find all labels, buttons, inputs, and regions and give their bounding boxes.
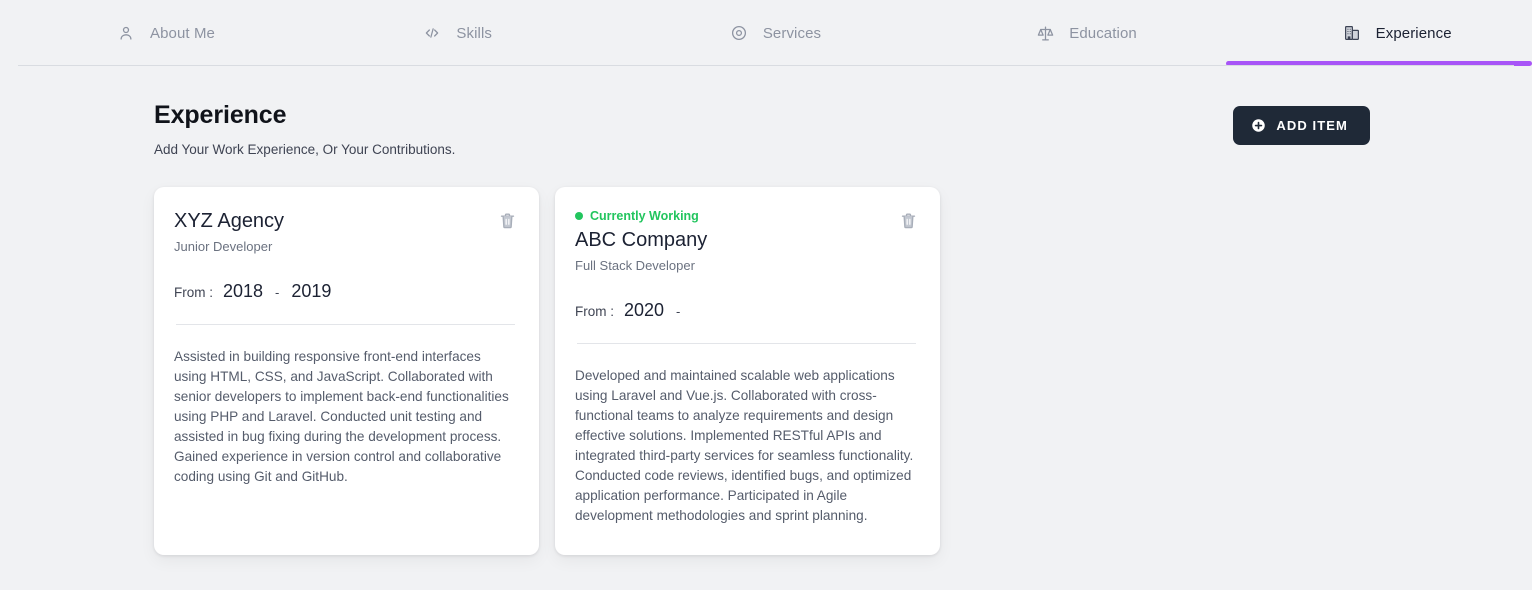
card-divider [176, 324, 515, 325]
tab-label: About Me [150, 25, 215, 42]
from-label: From : [575, 304, 614, 319]
from-label: From : [174, 285, 213, 300]
date-range: From : 2020 - [575, 300, 918, 321]
tab-label: Skills [456, 25, 492, 42]
company-name: ABC Company [575, 228, 707, 253]
experience-card-list: XYZ Agency Junior Developer From : 2018 … [0, 157, 1532, 555]
date-separator: - [273, 285, 281, 300]
plus-circle-icon [1251, 118, 1266, 133]
job-role: Full Stack Developer [575, 258, 707, 273]
tab-about-me[interactable]: About Me [0, 0, 306, 66]
trash-icon[interactable] [498, 211, 517, 235]
user-icon [116, 23, 136, 43]
tab-experience[interactable]: Experience [1226, 0, 1532, 66]
card-identity: Currently Working ABC Company Full Stack… [575, 209, 707, 273]
scales-icon [1035, 23, 1055, 43]
page-subtitle: Add Your Work Experience, Or Your Contri… [154, 142, 455, 157]
tab-skills[interactable]: Skills [306, 0, 612, 66]
status-dot-icon [575, 212, 583, 220]
card-header: Currently Working ABC Company Full Stack… [575, 209, 918, 273]
date-range: From : 2018 - 2019 [174, 281, 517, 302]
tab-label: Experience [1376, 25, 1452, 42]
nav-tabs: About Me Skills Services [0, 0, 1532, 66]
building-icon [1342, 23, 1362, 43]
page-title: Experience [154, 100, 455, 130]
nav-bottom-rule [18, 65, 1514, 66]
start-year: 2020 [624, 300, 664, 321]
page-header-text: Experience Add Your Work Experience, Or … [154, 100, 455, 157]
top-navigation: About Me Skills Services [0, 0, 1532, 66]
status-badge: Currently Working [575, 209, 707, 223]
date-separator: - [674, 304, 682, 319]
experience-description: Assisted in building responsive front-en… [174, 347, 517, 487]
job-role: Junior Developer [174, 239, 284, 254]
page-header: Experience Add Your Work Experience, Or … [0, 66, 1532, 157]
start-year: 2018 [223, 281, 263, 302]
card-divider [577, 343, 916, 344]
trash-icon[interactable] [899, 211, 918, 235]
tab-education[interactable]: Education [919, 0, 1225, 66]
tab-services[interactable]: Services [613, 0, 919, 66]
card-header: XYZ Agency Junior Developer [174, 209, 517, 254]
add-item-button[interactable]: ADD ITEM [1233, 106, 1370, 145]
experience-description: Developed and maintained scalable web ap… [575, 366, 918, 526]
company-name: XYZ Agency [174, 209, 284, 234]
tab-label: Education [1069, 25, 1137, 42]
target-icon [729, 23, 749, 43]
status-badge-label: Currently Working [590, 209, 699, 223]
add-item-label: ADD ITEM [1276, 118, 1348, 133]
end-year: 2019 [291, 281, 331, 302]
experience-card: Currently Working ABC Company Full Stack… [555, 187, 940, 555]
code-icon [422, 23, 442, 43]
card-identity: XYZ Agency Junior Developer [174, 209, 284, 254]
experience-card: XYZ Agency Junior Developer From : 2018 … [154, 187, 539, 555]
tab-label: Services [763, 25, 821, 42]
